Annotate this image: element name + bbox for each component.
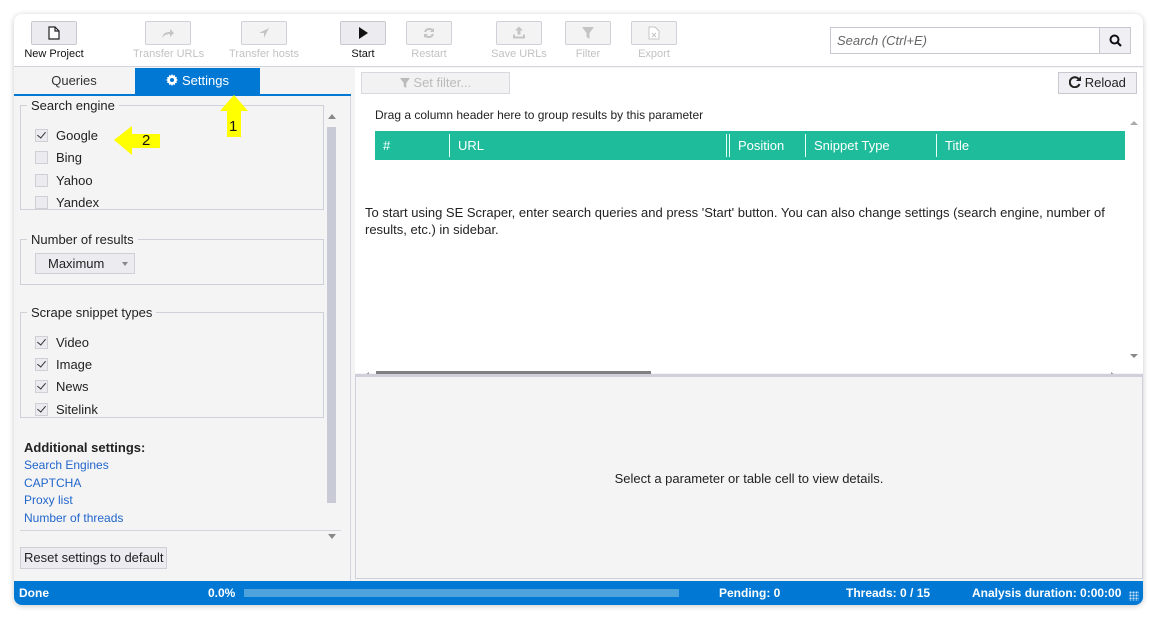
checkbox-yahoo[interactable]: Yahoo (35, 170, 93, 190)
search-input[interactable]: Search (Ctrl+E) (830, 27, 1100, 54)
checkbox-video[interactable]: Video (35, 332, 89, 352)
status-bar: Done 0.0% Pending: 0 Threads: 0 / 15 Ana… (14, 581, 1143, 605)
group-by-hint: Drag a column header here to group resul… (375, 108, 704, 122)
annotation-arrow-left-2 (114, 126, 160, 155)
filter-button[interactable]: Filter (553, 21, 623, 60)
start-button[interactable]: Start (328, 21, 398, 60)
threads-count: Threads: 0 / 15 (846, 586, 931, 600)
transfer-urls-button[interactable]: Transfer URLs (133, 21, 204, 60)
column-divider (726, 134, 727, 157)
sidebar: Queries Settings Search engine Google Bi… (14, 68, 351, 581)
play-icon (359, 27, 368, 39)
link-search-engines[interactable]: Search Engines (24, 457, 145, 475)
column-header-url[interactable]: URL (450, 131, 726, 160)
settings-scroll-area: Search engine Google Bing Yahoo Yandex N… (14, 98, 341, 530)
refresh-icon (424, 28, 434, 38)
filter-icon (582, 27, 594, 39)
additional-settings: Additional settings: Search Engines CAPT… (24, 440, 145, 527)
annotation-label-1: 1 (229, 118, 238, 135)
search-button[interactable] (1099, 27, 1131, 54)
checkbox-google[interactable]: Google (35, 125, 98, 145)
resize-grip[interactable] (1129, 591, 1139, 601)
upload-icon (513, 26, 525, 39)
empty-results-message: To start using SE Scraper, enter search … (365, 205, 1105, 237)
progress-percent: 0.0% (208, 586, 236, 600)
column-header-position[interactable]: Position (730, 131, 805, 160)
excel-file-icon (648, 26, 660, 40)
number-of-results-select[interactable]: Maximum (35, 253, 135, 274)
column-header-title[interactable]: Title (937, 131, 1125, 160)
restart-button[interactable]: Restart (394, 21, 464, 60)
sidebar-scrollbar[interactable] (326, 110, 338, 540)
scroll-down-icon[interactable] (328, 534, 336, 539)
navigate-arrow-icon (259, 28, 269, 38)
checkbox[interactable] (35, 173, 48, 187)
save-urls-button[interactable]: Save URLs (484, 21, 554, 60)
gear-icon (166, 74, 178, 86)
scroll-down-icon[interactable] (1130, 354, 1138, 358)
analysis-duration: Analysis duration: 0:00:00 (972, 586, 1122, 600)
tab-settings[interactable]: Settings (135, 68, 260, 94)
scrollbar-thumb[interactable] (327, 127, 336, 503)
checkbox-bing[interactable]: Bing (35, 147, 82, 167)
refresh-icon (1068, 76, 1082, 89)
checkbox-sitelink[interactable]: Sitelink (35, 399, 98, 419)
checkbox[interactable] (35, 335, 48, 349)
checkbox-yandex[interactable]: Yandex (35, 192, 99, 212)
tab-queries[interactable]: Queries (14, 68, 134, 94)
filter-icon (399, 78, 410, 88)
detail-placeholder-message: Select a parameter or table cell to view… (614, 471, 884, 486)
annotation-label-2: 2 (142, 132, 151, 149)
sidebar-tabs: Queries Settings (14, 68, 351, 96)
results-grid-header: # URL Position Snippet Type Title (375, 131, 1125, 160)
snippet-types-title: Scrape snippet types (31, 305, 153, 320)
checkbox[interactable] (35, 402, 48, 416)
checkbox[interactable] (35, 150, 48, 164)
checkbox[interactable] (35, 379, 48, 393)
divider (20, 530, 341, 531)
reload-button[interactable]: Reload (1058, 72, 1137, 94)
app-window: New Project Transfer URLs Transfer hosts… (14, 14, 1143, 605)
scroll-up-icon[interactable] (328, 114, 336, 119)
link-captcha[interactable]: CAPTCHA (24, 475, 145, 493)
detail-pane: Select a parameter or table cell to view… (355, 374, 1143, 579)
search-engine-title: Search engine (31, 98, 115, 113)
checkbox-news[interactable]: News (35, 376, 89, 396)
new-project-button[interactable]: New Project (19, 21, 89, 60)
snippet-types-group: Scrape snippet types Video Image News Si… (20, 305, 324, 418)
toolbar: New Project Transfer URLs Transfer hosts… (14, 14, 1143, 67)
share-arrow-icon (162, 29, 174, 38)
additional-settings-heading: Additional settings: (24, 440, 146, 455)
checkbox[interactable] (35, 357, 48, 371)
search-icon (1109, 34, 1122, 47)
set-filter-button[interactable]: Set filter... (361, 72, 510, 94)
results-panel: Set filter... Reload Drag a column heade… (355, 68, 1143, 379)
number-of-results-title: Number of results (31, 232, 134, 247)
number-of-results-group: Number of results Maximum (20, 232, 324, 285)
search-engine-group: Search engine Google Bing Yahoo Yandex (20, 98, 324, 210)
column-header-number[interactable]: # (375, 131, 449, 160)
checkbox[interactable] (35, 128, 48, 142)
export-button[interactable]: Export (619, 21, 689, 60)
reset-settings-button[interactable]: Reset settings to default (20, 547, 168, 569)
chevron-down-icon (122, 262, 128, 266)
link-number-of-threads[interactable]: Number of threads (24, 510, 145, 528)
status-text: Done (19, 586, 49, 600)
checkbox-image[interactable]: Image (35, 354, 92, 374)
checkbox[interactable] (35, 195, 48, 209)
new-document-icon (48, 26, 60, 40)
transfer-hosts-button[interactable]: Transfer hosts (229, 21, 299, 60)
pending-count: Pending: 0 (719, 586, 781, 600)
scroll-up-icon[interactable] (1130, 121, 1138, 125)
progress-bar (244, 589, 679, 597)
column-header-snippet-type[interactable]: Snippet Type (806, 131, 936, 160)
link-proxy-list[interactable]: Proxy list (24, 492, 145, 510)
